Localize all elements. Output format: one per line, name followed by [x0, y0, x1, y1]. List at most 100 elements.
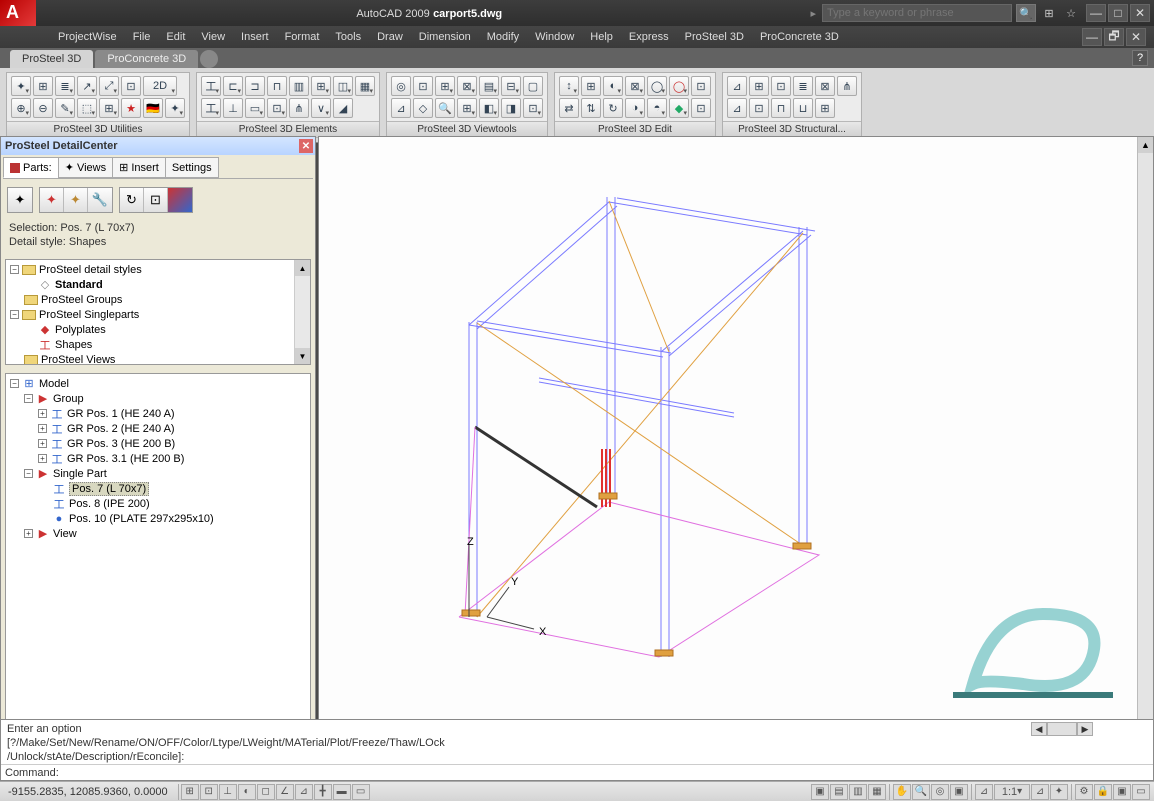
close-button[interactable]: ✕: [1130, 4, 1150, 22]
struct-btn-10[interactable]: ⊔: [793, 98, 813, 118]
struct-btn-6[interactable]: ⋔: [837, 76, 857, 96]
menu-file[interactable]: File: [125, 31, 159, 43]
menu-insert[interactable]: Insert: [233, 31, 277, 43]
tree-item[interactable]: +工GR Pos. 3.1 (HE 200 B): [10, 451, 306, 466]
dc-btn-6[interactable]: ⊡: [144, 188, 168, 212]
edit-btn-10[interactable]: ↻: [603, 98, 623, 118]
clean-screen[interactable]: ▭: [1132, 784, 1150, 800]
wheel-btn[interactable]: ◎: [931, 784, 949, 800]
tab-add-icon[interactable]: [200, 50, 218, 68]
util-2d-button[interactable]: 2D: [143, 76, 177, 96]
util-btn-4[interactable]: ↗: [77, 76, 97, 96]
util-btn-13[interactable]: 🇩🇪: [143, 98, 163, 118]
view-btn-6[interactable]: ⊟: [501, 76, 521, 96]
polar-toggle[interactable]: ◐: [238, 784, 256, 800]
panel-label-viewtools[interactable]: ProSteel 3D Viewtools: [387, 121, 547, 137]
tab-parts[interactable]: Parts:: [3, 157, 59, 178]
tree-item[interactable]: −ProSteel Singleparts: [10, 307, 306, 322]
menu-prosteel3d[interactable]: ProSteel 3D: [677, 31, 752, 43]
help-icon[interactable]: ?: [1132, 50, 1148, 66]
menu-view[interactable]: View: [193, 31, 233, 43]
edit-btn-3[interactable]: ◐: [603, 76, 623, 96]
menu-draw[interactable]: Draw: [369, 31, 411, 43]
menu-format[interactable]: Format: [277, 31, 328, 43]
panel-label-structural[interactable]: ProSteel 3D Structural...: [723, 121, 861, 137]
styles-tree[interactable]: −ProSteel detail styles◇StandardProSteel…: [5, 259, 311, 365]
snap-toggle[interactable]: ⊞: [181, 784, 199, 800]
zoom-btn[interactable]: 🔍: [912, 784, 930, 800]
struct-btn-9[interactable]: ⊓: [771, 98, 791, 118]
tree-item[interactable]: 工Pos. 7 (L 70x7): [10, 481, 306, 496]
cmd-scroll-right[interactable]: ▶: [1077, 722, 1093, 736]
util-btn-11[interactable]: ⊞: [99, 98, 119, 118]
struct-btn-2[interactable]: ⊞: [749, 76, 769, 96]
view-btn-2[interactable]: ⊡: [413, 76, 433, 96]
tree-item[interactable]: −⊞Model: [10, 376, 306, 391]
cmd-scroll-left[interactable]: ◀: [1031, 722, 1047, 736]
viewport-scroll-vertical[interactable]: ▲▼: [1137, 137, 1153, 748]
menu-window[interactable]: Window: [527, 31, 582, 43]
workspace-switch[interactable]: ⚙: [1075, 784, 1093, 800]
view-btn-8[interactable]: ⊿: [391, 98, 411, 118]
view-btn-4[interactable]: ⊠: [457, 76, 477, 96]
menu-help[interactable]: Help: [582, 31, 621, 43]
view-btn-14[interactable]: ⊡: [523, 98, 543, 118]
annotation-scale[interactable]: 1:1▾: [994, 784, 1030, 800]
menu-express[interactable]: Express: [621, 31, 677, 43]
osnap-toggle[interactable]: ◻: [257, 784, 275, 800]
edit-btn-1[interactable]: ↕: [559, 76, 579, 96]
tree-item[interactable]: ◆Polyplates: [10, 322, 306, 337]
elem-btn-10[interactable]: ⊥: [223, 98, 243, 118]
edit-btn-14[interactable]: ⊡: [691, 98, 711, 118]
view-btn-7[interactable]: ▢: [523, 76, 543, 96]
tab-prosteel-3d[interactable]: ProSteel 3D: [10, 50, 93, 68]
tree-item[interactable]: 工Pos. 8 (IPE 200): [10, 496, 306, 511]
tab-views[interactable]: ✦Views: [58, 157, 113, 178]
util-btn-5[interactable]: ⤢: [99, 76, 119, 96]
otrack-toggle[interactable]: ∠: [276, 784, 294, 800]
cmd-scroll-thumb[interactable]: [1047, 722, 1077, 736]
app-logo[interactable]: [0, 0, 36, 26]
grid-toggle[interactable]: ⊡: [200, 784, 218, 800]
search-button[interactable]: 🔍: [1016, 4, 1036, 22]
menu-dimension[interactable]: Dimension: [411, 31, 479, 43]
panel-label-edit[interactable]: ProSteel 3D Edit: [555, 121, 715, 137]
tree-item[interactable]: −▶Single Part: [10, 466, 306, 481]
panel-label-utilities[interactable]: ProSteel 3D Utilities: [7, 121, 189, 137]
search-input[interactable]: [822, 4, 1012, 22]
annotation-visibility[interactable]: ⊿: [1031, 784, 1049, 800]
doc-close-button[interactable]: ✕: [1126, 28, 1146, 46]
util-btn-3[interactable]: ≣: [55, 76, 75, 96]
tab-settings[interactable]: Settings: [165, 157, 219, 178]
struct-btn-1[interactable]: ⊿: [727, 76, 747, 96]
tree-item[interactable]: +工GR Pos. 3 (HE 200 B): [10, 436, 306, 451]
tree-item[interactable]: +▶View: [10, 526, 306, 541]
tree-item[interactable]: ProSteel Views: [10, 352, 306, 365]
tab-insert[interactable]: ⊞Insert: [112, 157, 166, 178]
lwt-toggle[interactable]: ▬: [333, 784, 351, 800]
edit-btn-2[interactable]: ⊞: [581, 76, 601, 96]
util-btn-7[interactable]: ⊕: [11, 98, 31, 118]
view-btn-3[interactable]: ⊞: [435, 76, 455, 96]
dc-btn-3[interactable]: ✦: [64, 188, 88, 212]
ortho-toggle[interactable]: ⊥: [219, 784, 237, 800]
panel-label-elements[interactable]: ProSteel 3D Elements: [197, 121, 379, 137]
struct-btn-4[interactable]: ≣: [793, 76, 813, 96]
struct-btn-3[interactable]: ⊡: [771, 76, 791, 96]
qat-arrow-icon[interactable]: ▸: [810, 7, 816, 20]
toolbar-lock[interactable]: 🔒: [1094, 784, 1112, 800]
util-btn-1[interactable]: ✦: [11, 76, 31, 96]
tree-item[interactable]: ProSteel Groups: [10, 292, 306, 307]
elem-btn-7[interactable]: ◫: [333, 76, 353, 96]
detail-center-title[interactable]: ProSteel DetailCenter ✕: [1, 137, 315, 155]
menu-modify[interactable]: Modify: [479, 31, 527, 43]
elem-btn-9[interactable]: 工: [201, 98, 221, 118]
elem-btn-4[interactable]: ⊓: [267, 76, 287, 96]
dc-btn-7[interactable]: [168, 188, 192, 212]
struct-btn-11[interactable]: ⊞: [815, 98, 835, 118]
drawing-viewport[interactable]: Z Y X ▲▼ ◀▶: [318, 136, 1154, 765]
view-btn-1[interactable]: ◎: [391, 76, 411, 96]
menu-edit[interactable]: Edit: [158, 31, 193, 43]
tree-item[interactable]: −▶Group: [10, 391, 306, 406]
comm-center-icon[interactable]: ⊞: [1040, 4, 1058, 22]
